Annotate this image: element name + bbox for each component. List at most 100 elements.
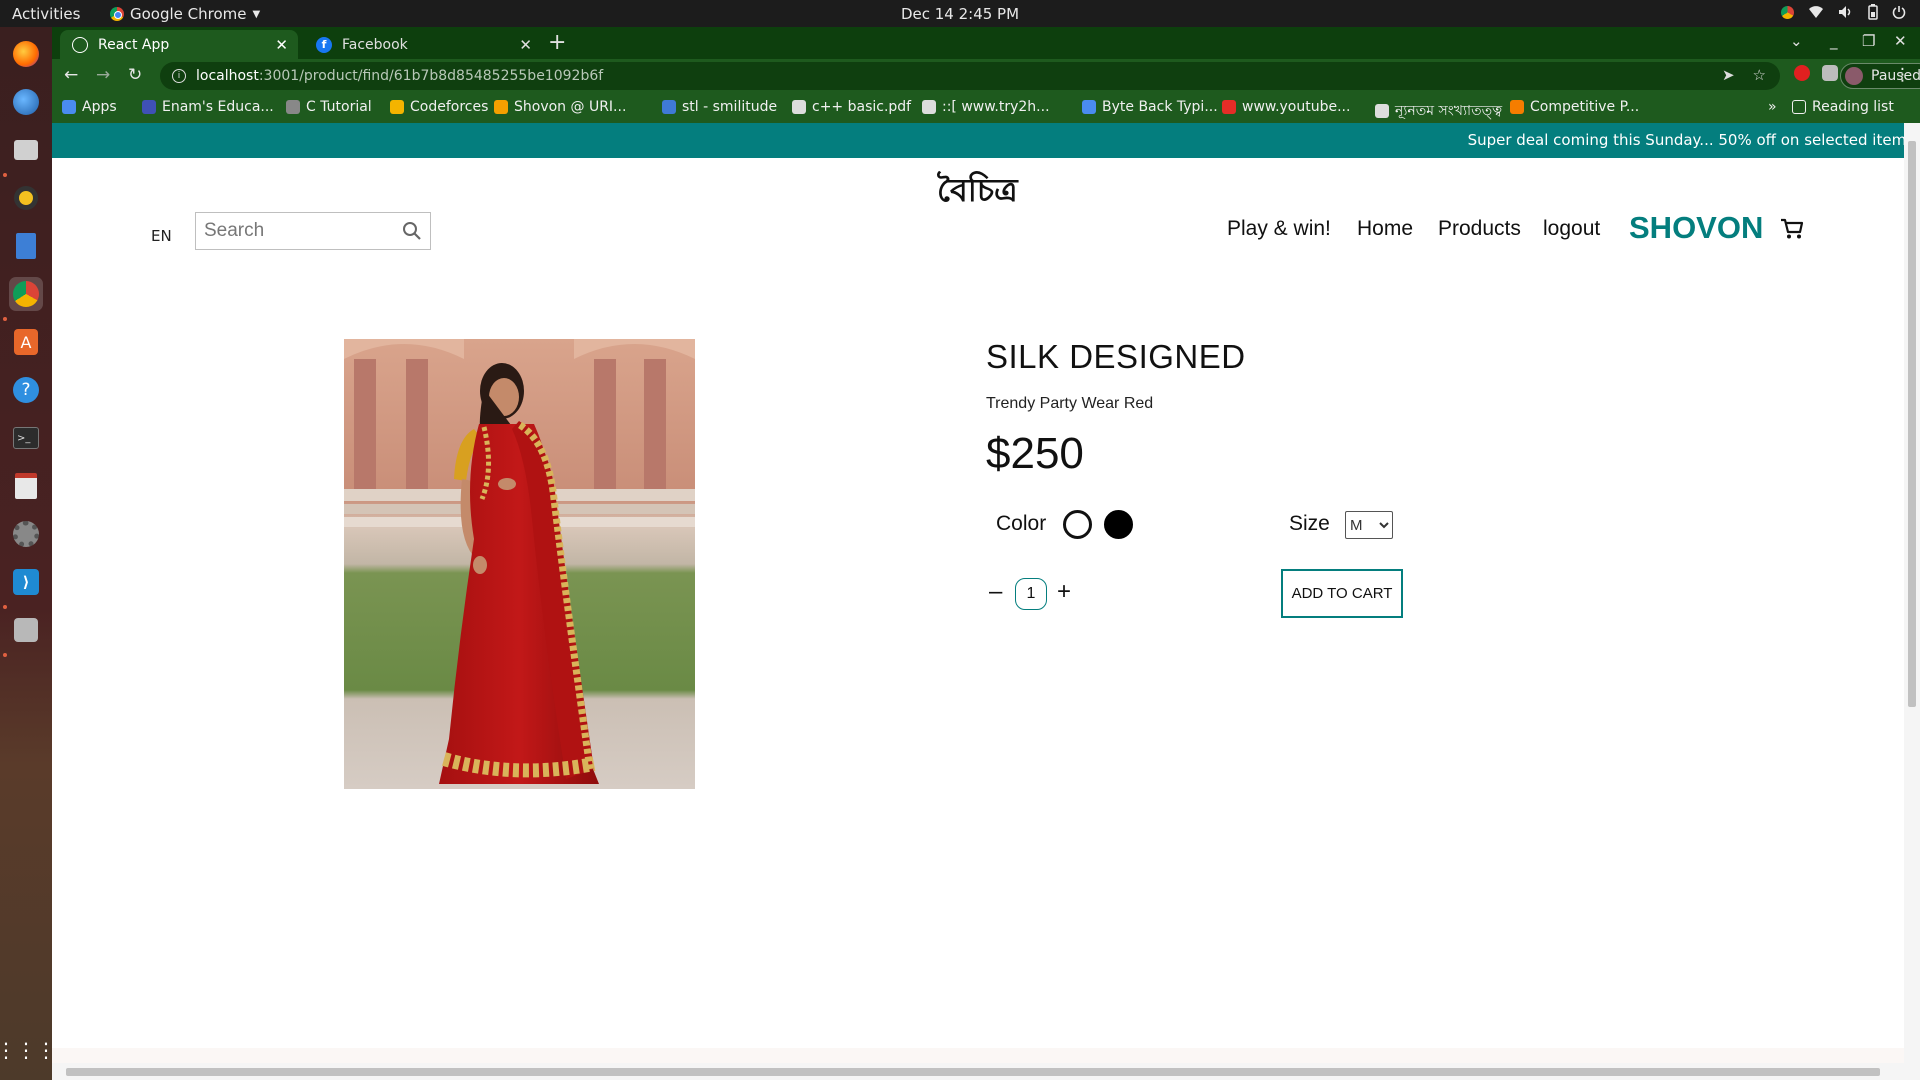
increase-quantity-button[interactable]: + [1057,580,1071,604]
horizontal-scrollbar[interactable] [52,1063,1904,1080]
star-icon[interactable]: ☆ [1753,66,1766,84]
extension-gray-icon[interactable] [1822,65,1838,81]
announcement-bar: Super deal coming this Sunday... 50% off… [52,123,1904,158]
bookmark-label: Shovon @ URI... [514,99,627,115]
bookmark-item[interactable]: stl - smilitude [662,99,777,115]
globe-icon [922,100,936,114]
firefox-icon[interactable] [9,37,43,71]
bookmark-item[interactable]: www.youtube... [1222,99,1350,115]
trophy-icon [494,100,508,114]
search-icon[interactable] [402,221,422,241]
close-icon[interactable]: ✕ [275,36,288,54]
chrome-dock-icon[interactable] [9,277,43,311]
forward-icon[interactable]: → [96,65,110,85]
nav-products[interactable]: Products [1438,217,1521,241]
maximize-icon[interactable]: ❐ [1862,32,1875,50]
app-menu[interactable]: Google Chrome ▼ [110,5,260,23]
nav-user-name[interactable]: SHOVON [1629,210,1763,246]
size-select[interactable]: M [1345,511,1393,539]
bookmark-label: www.youtube... [1242,99,1351,115]
site-info-icon[interactable]: i [172,69,186,83]
cart-icon[interactable] [1780,218,1804,240]
disk-icon[interactable] [9,613,43,647]
bookmark-label: Byte Back Typi... [1102,99,1218,115]
nav-home[interactable]: Home [1357,217,1413,241]
color-label: Color [996,512,1047,535]
files-icon[interactable] [9,133,43,167]
scrollbar-thumb[interactable] [66,1068,1880,1076]
reload-icon[interactable]: ↻ [128,65,142,85]
bookmark-item[interactable]: Shovon @ URI... [494,99,626,115]
apps-grid-icon [62,100,76,114]
tab-react-app[interactable]: React App ✕ [60,30,298,59]
search-input[interactable] [204,220,394,242]
nav-play-and-win[interactable]: Play & win! [1227,217,1331,241]
site-logo[interactable]: বৈচিত্র [937,165,1018,219]
document-viewer-icon[interactable] [9,469,43,503]
tab-title: Facebook [342,36,408,53]
send-icon[interactable]: ➤ [1722,66,1735,84]
settings-icon[interactable] [9,517,43,551]
bookmark-item[interactable]: c++ basic.pdf [792,99,911,115]
activities-button[interactable]: Activities [12,5,80,23]
close-icon[interactable]: ✕ [519,36,532,54]
bookmark-item[interactable]: ::[ www.try2h... [922,99,1050,115]
bookmark-item[interactable]: ন্যূনতম সংখ্যাতত্ত্ব [1375,99,1502,123]
tab-strip: React App ✕ f Facebook ✕ + ⌄ _ ❐ ✕ [52,27,1920,59]
system-top-bar: Activities Google Chrome ▼ Dec 14 2:45 P… [0,0,1920,27]
product-image [344,339,695,789]
blogger-icon [1510,100,1524,114]
bookmark-label: ::[ www.try2h... [942,99,1050,115]
search-box [195,212,431,250]
app-menu-label: Google Chrome [130,5,247,23]
bookmarks-bar: Apps Enam's Educa... C Tutorial Codeforces S… [52,93,1920,123]
bookmark-label: Competitive P... [1530,99,1640,115]
product-description: Trendy Party Wear Red [986,395,1154,412]
show-applications-icon[interactable]: ⋮⋮⋮ [0,1033,56,1067]
minimize-icon[interactable]: _ [1830,32,1838,50]
terminal-icon[interactable]: >_ [9,421,43,455]
volume-icon [1839,6,1851,18]
product-price: $250 [986,429,1084,478]
nav-logout[interactable]: logout [1543,217,1600,241]
vertical-scrollbar[interactable] [1904,123,1920,1080]
bookmark-label: Codeforces [410,99,489,115]
menu-icon[interactable]: ⋮ [1894,65,1911,85]
rhythmbox-icon[interactable] [9,181,43,215]
new-tab-button[interactable]: + [548,30,566,55]
language-label: EN [151,227,172,245]
thunderbird-icon[interactable] [9,85,43,119]
writer-icon[interactable] [9,229,43,263]
back-icon[interactable]: ← [64,65,78,85]
color-swatch-black[interactable] [1104,510,1133,539]
reading-list-icon [1792,100,1806,114]
bookmark-item[interactable]: Byte Back Typi... [1082,99,1218,115]
bookmark-item[interactable]: C Tutorial [286,99,372,115]
scrollbar-thumb[interactable] [1908,141,1916,707]
tab-search-icon[interactable]: ⌄ [1790,32,1803,50]
system-tray[interactable] [1781,4,1906,20]
bookmark-item[interactable]: Enam's Educa... [142,99,274,115]
chrome-icon [110,7,124,21]
color-swatch-white[interactable] [1063,510,1092,539]
software-center-icon[interactable]: A [9,325,43,359]
more-bookmarks-icon[interactable]: » [1768,99,1777,115]
decrease-quantity-button[interactable]: – [989,580,1002,604]
bookmark-item[interactable]: Competitive P... [1510,99,1639,115]
tab-facebook[interactable]: f Facebook ✕ [304,30,542,59]
reading-list-button[interactable]: Reading list [1792,99,1894,115]
bookmark-item[interactable]: Apps [62,99,117,115]
vscode-icon[interactable]: ⟩ [9,565,43,599]
help-icon[interactable]: ? [9,373,43,407]
clock[interactable]: Dec 14 2:45 PM [901,5,1019,23]
youtube-icon [1222,100,1236,114]
extension-red-icon[interactable] [1794,65,1810,81]
avatar [1845,67,1863,85]
bookmark-label: C Tutorial [306,99,372,115]
bookmark-icon [142,100,156,114]
window-close-icon[interactable]: ✕ [1894,32,1907,50]
address-bar[interactable]: i localhost:3001/product/find/61b7b8d854… [160,62,1780,90]
bookmark-item[interactable]: Codeforces [390,99,488,115]
wifi-icon [1809,6,1823,18]
add-to-cart-button[interactable]: ADD TO CART [1281,569,1403,618]
